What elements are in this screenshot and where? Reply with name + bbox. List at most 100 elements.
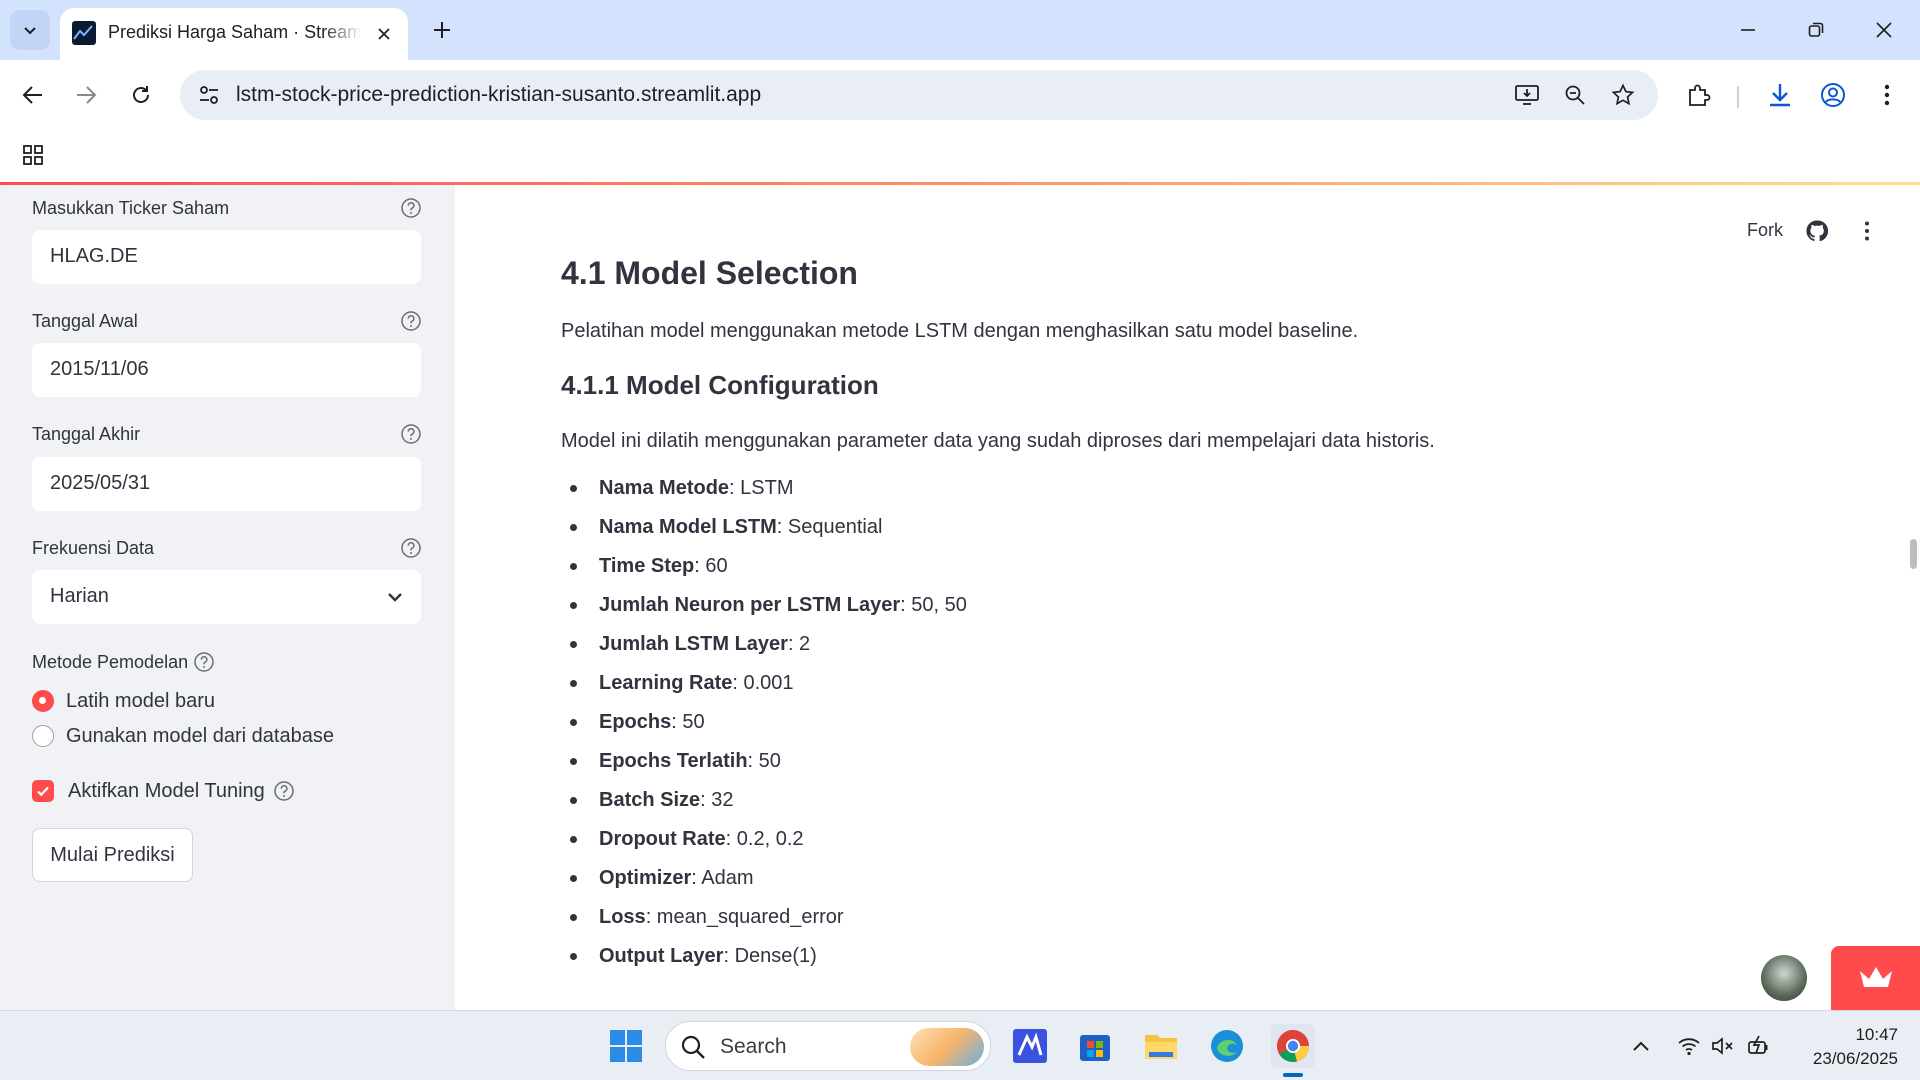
bookmarks-bar bbox=[0, 130, 1920, 182]
apps-button[interactable] bbox=[16, 138, 50, 172]
list-item: Nama Metode: LSTM bbox=[561, 475, 967, 514]
section-intro: Pelatihan model menggunakan metode LSTM … bbox=[561, 320, 1359, 342]
list-item: Nama Model LSTM: Sequential bbox=[561, 514, 967, 553]
show-hidden-icons-button[interactable] bbox=[1628, 1033, 1654, 1059]
reload-icon bbox=[133, 86, 149, 103]
help-icon[interactable] bbox=[273, 780, 295, 802]
help-icon[interactable] bbox=[400, 423, 422, 445]
folder-icon bbox=[1145, 1035, 1177, 1059]
config-value: : 0.2, 0.2 bbox=[725, 828, 804, 850]
reload-button[interactable] bbox=[119, 73, 163, 117]
taskbar-edge-icon[interactable] bbox=[1205, 1024, 1249, 1068]
streamlit-manage-app-button[interactable] bbox=[1831, 946, 1920, 1010]
config-key: Jumlah Neuron per LSTM Layer bbox=[599, 594, 901, 616]
back-button[interactable] bbox=[11, 73, 55, 117]
config-key: Learning Rate bbox=[599, 672, 733, 694]
list-item: Optimizer: Adam bbox=[561, 865, 967, 904]
browser-tab-active[interactable]: Prediksi Harga Saham · Streamlit bbox=[60, 8, 408, 60]
toolbar-separator bbox=[1737, 86, 1739, 108]
frequency-select[interactable]: Harian bbox=[32, 570, 421, 624]
tuning-checkbox[interactable] bbox=[32, 780, 54, 802]
more-vertical-icon[interactable] bbox=[1855, 219, 1879, 243]
install-app-button[interactable] bbox=[1510, 78, 1544, 112]
tab-title-fade bbox=[322, 18, 362, 48]
start-date-input[interactable]: 2015/11/06 bbox=[32, 343, 421, 397]
config-key: Jumlah LSTM Layer bbox=[599, 633, 788, 655]
minimize-window-button[interactable] bbox=[1726, 8, 1770, 52]
list-item: Dropout Rate: 0.2, 0.2 bbox=[561, 826, 967, 865]
close-tab-icon[interactable] bbox=[372, 22, 396, 46]
taskbar-app-icon[interactable] bbox=[1008, 1024, 1052, 1068]
start-prediction-button[interactable]: Mulai Prediksi bbox=[32, 828, 193, 882]
arrow-left-icon bbox=[22, 86, 42, 104]
list-item: Jumlah LSTM Layer: 2 bbox=[561, 631, 967, 670]
downloads-button[interactable] bbox=[1758, 73, 1802, 117]
forward-button[interactable] bbox=[64, 73, 108, 117]
help-icon[interactable] bbox=[400, 197, 422, 219]
taskbar-file-explorer-icon[interactable] bbox=[1139, 1024, 1183, 1068]
radio-button-selected[interactable] bbox=[32, 690, 54, 712]
taskbar-clock[interactable]: 10:47 23/06/2025 bbox=[1788, 1023, 1898, 1071]
restore-window-button[interactable] bbox=[1794, 8, 1838, 52]
start-button[interactable] bbox=[604, 1024, 648, 1068]
wifi-status[interactable] bbox=[1676, 1033, 1702, 1059]
chrome-browser-icon bbox=[1277, 1030, 1309, 1062]
taskbar-search-box[interactable]: Search bbox=[665, 1021, 991, 1071]
plus-icon bbox=[434, 22, 450, 38]
help-icon[interactable] bbox=[193, 651, 215, 673]
active-app-indicator bbox=[1283, 1073, 1303, 1077]
new-tab-button[interactable] bbox=[424, 12, 460, 48]
extensions-button[interactable] bbox=[1677, 73, 1721, 117]
subsection-heading: 4.1.1 Model Configuration bbox=[561, 370, 879, 400]
search-icon bbox=[681, 1035, 705, 1059]
chevron-down-icon bbox=[388, 593, 402, 602]
taskbar-chrome-icon[interactable] bbox=[1271, 1024, 1315, 1068]
download-icon bbox=[1770, 84, 1790, 107]
apps-grid-icon bbox=[23, 145, 43, 165]
list-item: Learning Rate: 0.001 bbox=[561, 670, 967, 709]
volume-status[interactable] bbox=[1710, 1033, 1736, 1059]
wifi-icon bbox=[1678, 1038, 1700, 1056]
radio-use-database-model[interactable]: Gunakan model dari database bbox=[32, 722, 334, 750]
scrollbar-thumb[interactable] bbox=[1910, 539, 1917, 569]
url-text[interactable]: lstm-stock-price-prediction-kristian-sus… bbox=[236, 83, 761, 107]
config-value: : 50 bbox=[671, 711, 705, 733]
ticker-input[interactable]: HLAG.DE bbox=[32, 230, 421, 284]
avatar[interactable] bbox=[1761, 955, 1807, 1001]
tuning-checkbox-row[interactable]: Aktifkan Model Tuning bbox=[32, 777, 295, 805]
help-icon[interactable] bbox=[400, 537, 422, 559]
browser-menu-button[interactable] bbox=[1865, 73, 1909, 117]
ticker-label: Masukkan Ticker Saham bbox=[32, 198, 230, 218]
bookmark-star-button[interactable] bbox=[1606, 78, 1640, 112]
taskbar-store-icon[interactable] bbox=[1073, 1024, 1117, 1068]
battery-status[interactable] bbox=[1747, 1033, 1773, 1059]
radio-label: Latih model baru bbox=[66, 689, 215, 712]
frequency-selected-value: Harian bbox=[50, 585, 109, 607]
config-key: Loss bbox=[599, 906, 646, 928]
sidebar: Masukkan Ticker Saham HLAG.DE Tanggal Aw… bbox=[0, 185, 455, 1010]
config-key: Epochs Terlatih bbox=[599, 750, 748, 772]
chevron-down-icon bbox=[24, 27, 36, 35]
config-value: : Dense(1) bbox=[723, 945, 817, 967]
more-vertical-icon bbox=[1884, 84, 1890, 106]
chevron-up-icon bbox=[1633, 1041, 1649, 1051]
config-value: : mean_squared_error bbox=[645, 906, 844, 928]
radio-train-new-model[interactable]: Latih model baru bbox=[32, 687, 215, 715]
streamlit-favicon-icon bbox=[72, 21, 96, 45]
tab-search-button[interactable] bbox=[10, 10, 50, 50]
profile-button[interactable] bbox=[1811, 73, 1855, 117]
close-window-button[interactable] bbox=[1862, 8, 1906, 52]
config-key: Nama Metode bbox=[599, 477, 730, 499]
zoom-button[interactable] bbox=[1558, 78, 1592, 112]
config-key: Output Layer bbox=[599, 945, 724, 967]
radio-button[interactable] bbox=[32, 725, 54, 747]
end-date-input[interactable]: 2025/05/31 bbox=[32, 457, 421, 511]
address-bar[interactable]: lstm-stock-price-prediction-kristian-sus… bbox=[180, 70, 1658, 120]
subsection-intro: Model ini dilatih menggunakan parameter … bbox=[561, 430, 1435, 452]
github-icon[interactable] bbox=[1805, 219, 1829, 243]
start-date-value: 2015/11/06 bbox=[50, 358, 149, 380]
help-icon[interactable] bbox=[400, 310, 422, 332]
site-info-button[interactable] bbox=[192, 78, 226, 112]
check-icon bbox=[37, 786, 49, 797]
fork-button[interactable]: Fork bbox=[1747, 220, 1783, 241]
